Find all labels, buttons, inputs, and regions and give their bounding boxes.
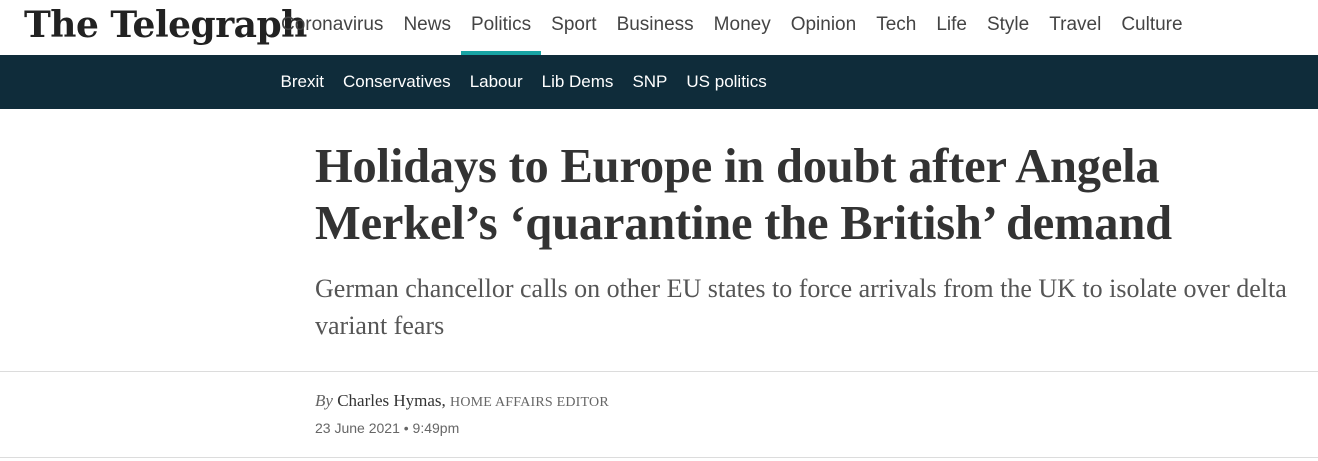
author-role: HOME AFFAIRS EDITOR <box>450 395 609 410</box>
nav-item-tech[interactable]: Tech <box>866 0 926 55</box>
nav-item-business[interactable]: Business <box>607 0 704 55</box>
publish-date: 23 June 2021 <box>315 420 400 436</box>
main-nav: Coronavirus News Politics Sport Business… <box>271 0 1193 55</box>
article-headline: Holidays to Europe in doubt after Angela… <box>315 140 1172 250</box>
subnav-item-conservatives[interactable]: Conservatives <box>333 72 460 92</box>
nav-item-travel[interactable]: Travel <box>1039 0 1111 55</box>
nav-item-news[interactable]: News <box>393 0 461 55</box>
sub-nav: Brexit Conservatives Labour Lib Dems SNP… <box>0 55 1318 109</box>
subnav-item-snp[interactable]: SNP <box>623 72 677 92</box>
byline: By Charles Hymas, HOME AFFAIRS EDITOR <box>315 391 609 411</box>
nav-item-style[interactable]: Style <box>977 0 1039 55</box>
divider-bottom <box>0 457 1318 458</box>
nav-item-life[interactable]: Life <box>926 0 977 55</box>
subnav-item-labour[interactable]: Labour <box>460 72 532 92</box>
nav-item-opinion[interactable]: Opinion <box>781 0 867 55</box>
author-link[interactable]: Charles Hymas, <box>337 391 446 410</box>
nav-item-culture[interactable]: Culture <box>1111 0 1192 55</box>
telegraph-logo[interactable]: The Telegraph <box>24 3 307 47</box>
nav-item-coronavirus[interactable]: Coronavirus <box>271 0 393 55</box>
article-standfirst: German chancellor calls on other EU stat… <box>315 274 1287 340</box>
subnav-item-us-politics[interactable]: US politics <box>677 72 776 92</box>
subnav-item-lib-dems[interactable]: Lib Dems <box>532 72 623 92</box>
nav-item-politics[interactable]: Politics <box>460 0 542 55</box>
publish-dateline: 23 June 2021 • 9:49pm <box>315 420 459 436</box>
publish-time: 9:49pm <box>412 420 460 436</box>
nav-item-sport[interactable]: Sport <box>541 0 606 55</box>
nav-item-money[interactable]: Money <box>704 0 781 55</box>
subnav-item-brexit[interactable]: Brexit <box>271 72 333 92</box>
divider-top <box>0 371 1318 372</box>
top-bar: The Telegraph Coronavirus News Politics … <box>0 0 1318 55</box>
date-separator: • <box>403 420 409 436</box>
byline-prefix: By <box>315 391 333 410</box>
